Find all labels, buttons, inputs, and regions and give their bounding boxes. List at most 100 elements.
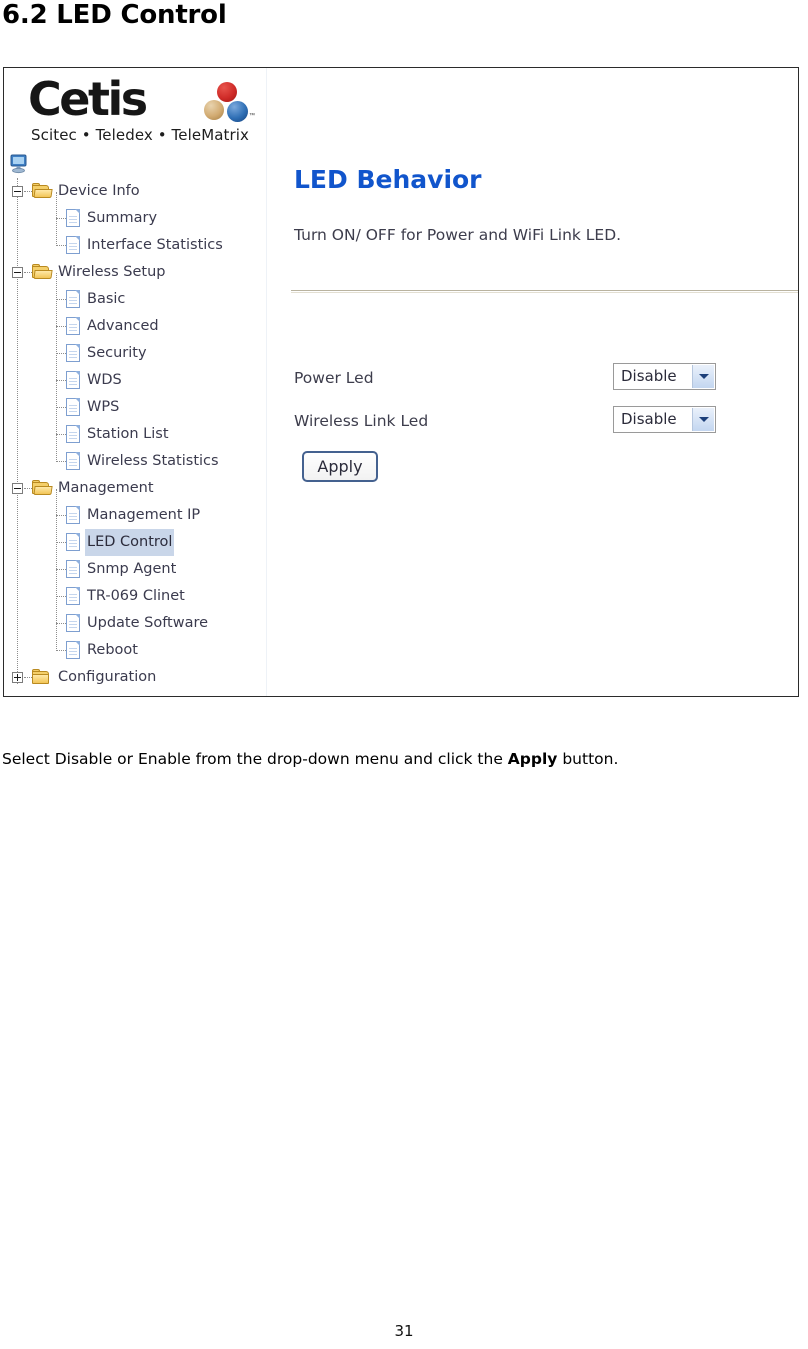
content-pane: LED Behavior Turn ON/ OFF for Power and … <box>266 68 798 696</box>
tree-item-reboot[interactable]: Reboot <box>4 637 266 664</box>
power-led-label: Power Led <box>294 369 374 387</box>
tree-connector-line <box>56 461 66 462</box>
logo-spheres-icon: ™ <box>200 82 255 126</box>
tree-connector-line <box>56 515 66 516</box>
logo-sphere-tan-icon <box>204 100 224 120</box>
tree-item-label: Interface Statistics <box>87 237 223 253</box>
page-icon <box>66 209 80 227</box>
page-icon <box>66 398 80 416</box>
tree-item-tr-069-clinet[interactable]: TR-069 Clinet <box>4 583 266 610</box>
logo-sphere-red-icon <box>217 82 237 102</box>
page-icon <box>66 641 80 659</box>
collapse-minus-icon[interactable] <box>12 483 23 494</box>
computer-icon <box>10 154 28 174</box>
tree-item-interface-statistics[interactable]: Interface Statistics <box>4 232 266 259</box>
tree-item-label: Wireless Statistics <box>87 453 219 469</box>
cetis-logo: Cetis ™ Scitec • Teledex • TeleMatrix <box>4 68 266 153</box>
page-number: 31 <box>394 1322 414 1340</box>
tree-connector-line <box>56 623 66 624</box>
instruction-caption: Select Disable or Enable from the drop-d… <box>2 750 618 768</box>
tree-item-label: Summary <box>87 210 158 226</box>
tree-connector-line <box>56 245 66 246</box>
tree-connector-line <box>56 380 66 381</box>
tree-connector-line <box>56 218 66 219</box>
panel-title: LED Behavior <box>294 165 482 194</box>
tree-item-label: Snmp Agent <box>87 561 177 577</box>
expand-plus-icon[interactable] <box>12 672 23 683</box>
tree-child-line <box>56 489 57 651</box>
tree-item-device-info[interactable]: Device Info <box>4 178 266 205</box>
page-icon <box>66 425 80 443</box>
logo-wordmark: Cetis <box>28 72 148 126</box>
tree-item-wps[interactable]: WPS <box>4 394 266 421</box>
panel-divider <box>291 290 798 293</box>
tree-item-update-software[interactable]: Update Software <box>4 610 266 637</box>
tree-item-management-ip[interactable]: Management IP <box>4 502 266 529</box>
router-admin-screenshot: Cetis ™ Scitec • Teledex • TeleMatrix De… <box>3 67 799 697</box>
tree-child-line <box>56 192 57 246</box>
tree-connector-line <box>56 569 66 570</box>
tree-connector-line <box>56 596 66 597</box>
collapse-minus-icon[interactable] <box>12 186 23 197</box>
wireless-link-led-select[interactable]: Disable <box>613 406 716 433</box>
tree-connector-line <box>24 191 32 192</box>
tree-item-summary[interactable]: Summary <box>4 205 266 232</box>
tree-item-management[interactable]: Management <box>4 475 266 502</box>
tree-item-wireless-statistics[interactable]: Wireless Statistics <box>4 448 266 475</box>
tree-connector-line <box>56 407 66 408</box>
wireless-link-led-value: Disable <box>621 410 677 428</box>
tree-item-label: LED Control <box>85 529 175 556</box>
caption-text-after: button. <box>557 750 619 768</box>
chevron-down-icon[interactable] <box>692 408 714 431</box>
tree-item-wireless-setup[interactable]: Wireless Setup <box>4 259 266 286</box>
tree-connector-line <box>56 650 66 651</box>
tree-item-label: WDS <box>87 372 122 388</box>
tree-connector-line <box>24 677 32 678</box>
tree-connector-line <box>24 272 32 273</box>
tree-connector-line <box>56 326 66 327</box>
tree-item-wds[interactable]: WDS <box>4 367 266 394</box>
tree-item-label: Wireless Setup <box>58 264 166 280</box>
page-icon <box>66 344 80 362</box>
collapse-minus-icon[interactable] <box>12 267 23 278</box>
folder-open-icon <box>32 183 53 199</box>
tree-item-label: WPS <box>87 399 120 415</box>
tree-connector-line <box>24 488 32 489</box>
page-icon <box>66 587 80 605</box>
page-icon <box>66 290 80 308</box>
tree-item-basic[interactable]: Basic <box>4 286 266 313</box>
tree-item-label: Management IP <box>87 507 201 523</box>
logo-trademark: ™ <box>249 113 255 119</box>
chevron-down-icon[interactable] <box>692 365 714 388</box>
tree-item-advanced[interactable]: Advanced <box>4 313 266 340</box>
apply-button[interactable]: Apply <box>302 451 378 482</box>
logo-sphere-blue-icon <box>227 101 248 122</box>
tree-item-label: TR-069 Clinet <box>87 588 185 604</box>
page-icon <box>66 317 80 335</box>
tree-item-security[interactable]: Security <box>4 340 266 367</box>
tree-item-station-list[interactable]: Station List <box>4 421 266 448</box>
tree-item-led-control[interactable]: LED Control <box>4 529 266 556</box>
caption-text-bold: Apply <box>507 750 558 768</box>
page-icon <box>66 236 80 254</box>
page-title: 6.2 LED Control <box>2 0 227 30</box>
tree-item-label: Update Software <box>87 615 209 631</box>
folder-open-icon <box>32 480 53 496</box>
folder-closed-icon <box>32 669 52 685</box>
form-row-wireless-link-led: Wireless Link Led Disable <box>266 406 798 436</box>
power-led-value: Disable <box>621 367 677 385</box>
tree-connector-line <box>56 434 66 435</box>
page-icon <box>66 371 80 389</box>
wireless-link-led-label: Wireless Link Led <box>294 412 429 430</box>
tree-item-label: Station List <box>87 426 169 442</box>
power-led-select[interactable]: Disable <box>613 363 716 390</box>
tree-item-configuration[interactable]: Configuration <box>4 664 266 691</box>
tree-item-snmp-agent[interactable]: Snmp Agent <box>4 556 266 583</box>
navigation-tree-rows: Device Info Summary Interface Statistics Wi… <box>4 178 266 691</box>
tree-item-label: Advanced <box>87 318 159 334</box>
caption-text-before: Select Disable or Enable from the drop-d… <box>2 750 508 768</box>
form-row-power-led: Power Led Disable <box>266 363 798 393</box>
tree-connector-line <box>56 299 66 300</box>
tree-item-label: Basic <box>87 291 126 307</box>
page-icon <box>66 614 80 632</box>
